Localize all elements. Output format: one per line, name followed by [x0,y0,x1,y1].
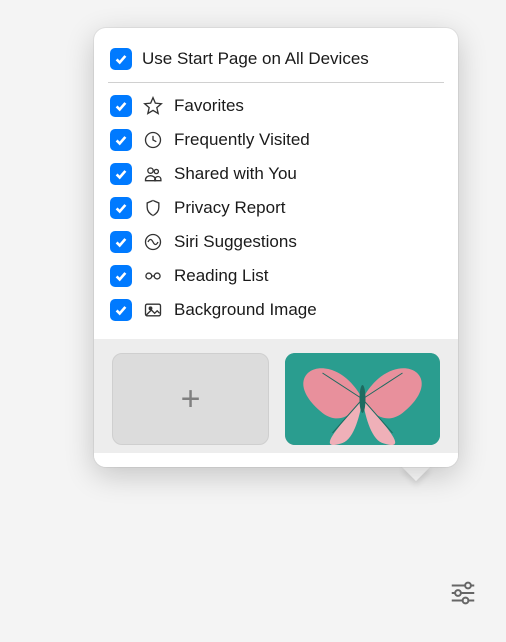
background-thumbnails-row: + [94,339,458,467]
checkmark-icon [114,269,128,283]
siri-suggestions-checkbox[interactable] [110,231,132,253]
use-start-page-label: Use Start Page on All Devices [142,49,369,69]
option-siri-suggestions: Siri Suggestions [108,225,444,259]
checkmark-icon [114,99,128,113]
use-start-page-checkbox[interactable] [110,48,132,70]
option-reading-list: Reading List [108,259,444,293]
plus-icon: + [181,382,201,416]
divider [108,82,444,83]
favorites-checkbox[interactable] [110,95,132,117]
option-privacy-report: Privacy Report [108,191,444,225]
add-background-tile[interactable]: + [112,353,269,445]
option-background-image: Background Image [108,293,444,327]
reading-list-checkbox[interactable] [110,265,132,287]
background-image-label: Background Image [174,300,317,320]
frequently-visited-checkbox[interactable] [110,129,132,151]
checkmark-icon [114,235,128,249]
glasses-icon [142,265,164,287]
background-preset-butterfly[interactable] [285,353,440,445]
checkmark-icon [114,52,128,66]
use-start-page-row: Use Start Page on All Devices [108,42,444,82]
people-icon [142,163,164,185]
checkmark-icon [114,303,128,317]
reading-list-label: Reading List [174,266,269,286]
frequently-visited-label: Frequently Visited [174,130,310,150]
option-favorites: Favorites [108,89,444,123]
clock-icon [142,129,164,151]
shield-icon [142,197,164,219]
option-frequently-visited: Frequently Visited [108,123,444,157]
butterfly-thumbnail-art [285,353,440,445]
siri-icon [142,231,164,253]
siri-suggestions-label: Siri Suggestions [174,232,297,252]
sliders-icon [448,578,478,608]
customize-start-page-button[interactable] [442,572,484,614]
checkmark-icon [114,133,128,147]
shared-with-you-checkbox[interactable] [110,163,132,185]
image-icon [142,299,164,321]
checkmark-icon [114,201,128,215]
favorites-label: Favorites [174,96,244,116]
start-page-settings-popover: Use Start Page on All Devices Favorites … [94,28,458,467]
privacy-report-label: Privacy Report [174,198,285,218]
star-icon [142,95,164,117]
shared-with-you-label: Shared with You [174,164,297,184]
checkmark-icon [114,167,128,181]
option-shared-with-you: Shared with You [108,157,444,191]
privacy-report-checkbox[interactable] [110,197,132,219]
background-image-checkbox[interactable] [110,299,132,321]
